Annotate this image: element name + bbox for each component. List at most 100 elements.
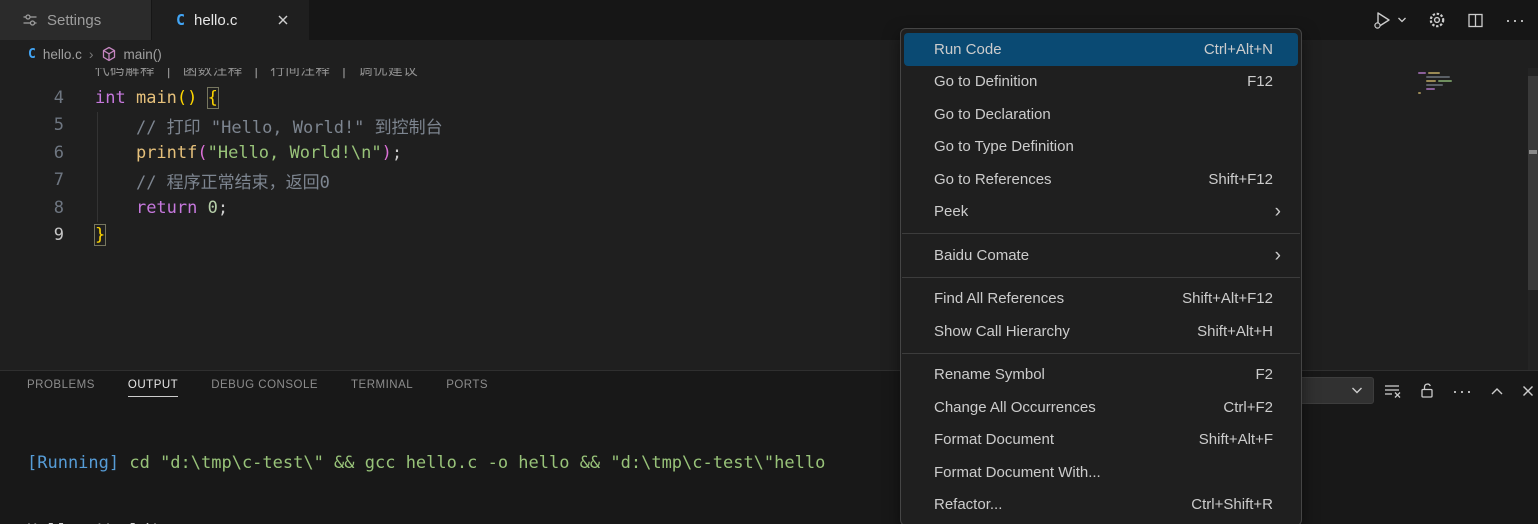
tab-label: Settings (47, 12, 101, 29)
panel-tabs: PROBLEMS OUTPUT DEBUG CONSOLE TERMINAL P… (27, 379, 488, 397)
menu-item-run-code[interactable]: Run Code Ctrl+Alt+N (904, 33, 1298, 66)
more-actions-icon[interactable]: ··· (1505, 11, 1526, 29)
code-token (95, 143, 136, 163)
menu-item-go-to-definition[interactable]: Go to Definition F12 (901, 66, 1301, 99)
unlock-icon[interactable] (1419, 382, 1435, 399)
code-token: ) (382, 143, 392, 163)
submenu-arrow-icon: › (1275, 202, 1281, 221)
code-token (95, 198, 136, 218)
editor-actions: ··· (1372, 0, 1526, 40)
code-token (95, 173, 136, 193)
editor-tab-bar: Settings C hello.c (0, 0, 1538, 40)
menu-item-format-document-with[interactable]: Format Document With... (901, 456, 1301, 489)
close-tab-icon[interactable] (276, 13, 290, 27)
scrollbar-slider[interactable] (1528, 76, 1538, 290)
code-token: return (136, 198, 197, 218)
code-token: int (95, 88, 126, 108)
menu-item-peek[interactable]: Peek › (901, 196, 1301, 229)
panel-tab-problems[interactable]: PROBLEMS (27, 379, 95, 397)
code-token (197, 198, 207, 218)
panel-tab-debug-console[interactable]: DEBUG CONSOLE (211, 379, 318, 397)
menu-item-go-to-type-definition[interactable]: Go to Type Definition (901, 131, 1301, 164)
menu-item-refactor[interactable]: Refactor... Ctrl+Shift+R (901, 489, 1301, 522)
menu-item-baidu-comate[interactable]: Baidu Comate › (901, 239, 1301, 272)
code-token (197, 88, 207, 108)
code-token: ( (197, 143, 207, 163)
line-number: 6 (0, 143, 64, 163)
submenu-arrow-icon: › (1275, 246, 1281, 265)
panel-controls: ··· (1384, 377, 1535, 404)
output-line: Hello, World! (27, 517, 825, 524)
code-token: // 打印 "Hello, World!" 到控制台 (136, 118, 443, 138)
chevron-right-icon: › (89, 46, 94, 62)
settings-gear-icon[interactable] (1428, 11, 1446, 29)
code-token: 0 (208, 198, 218, 218)
code-editor[interactable]: 代码解释 | 函数注释 | 行间注释 | 调优建议 4 int main() {… (0, 68, 1538, 370)
editor-scrollbar[interactable] (1528, 68, 1538, 370)
menu-separator (902, 353, 1300, 354)
panel-tab-output[interactable]: OUTPUT (128, 379, 178, 397)
menu-item-format-document[interactable]: Format Document Shift+Alt+F (901, 424, 1301, 457)
bottom-panel: PROBLEMS OUTPUT DEBUG CONSOLE TERMINAL P… (0, 370, 1538, 524)
code-line[interactable]: 8 return 0; (0, 194, 1538, 222)
code-token: cd "d:\tmp\c-test\" && gcc hello.c -o he… (129, 453, 825, 473)
tab-label: hello.c (194, 12, 237, 29)
split-editor-icon[interactable] (1467, 12, 1484, 29)
menu-item-rename-symbol[interactable]: Rename Symbol F2 (901, 359, 1301, 392)
menu-item-show-call-hierarchy[interactable]: Show Call Hierarchy Shift+Alt+H (901, 315, 1301, 348)
panel-tab-ports[interactable]: PORTS (446, 379, 488, 397)
code-line[interactable]: 5 // 打印 "Hello, World!" 到控制台 (0, 112, 1538, 140)
line-number-active: 9 (0, 225, 64, 245)
overview-ruler-mark (1529, 150, 1537, 154)
menu-item-go-to-references[interactable]: Go to References Shift+F12 (901, 163, 1301, 196)
code-line[interactable]: 7 // 程序正常结束，返回0 (0, 167, 1538, 195)
output-line: [Running] cd "d:\tmp\c-test\" && gcc hel… (27, 449, 825, 477)
code-token: printf (136, 143, 197, 163)
line-number: 7 (0, 170, 64, 190)
close-panel-icon[interactable] (1521, 384, 1535, 398)
maximize-panel-icon[interactable] (1490, 386, 1504, 396)
c-file-icon: C (28, 47, 36, 62)
code-token: { (208, 88, 218, 108)
clear-output-icon[interactable] (1384, 383, 1402, 399)
line-number: 4 (0, 88, 64, 108)
c-file-icon: C (176, 11, 185, 29)
menu-item-go-to-declaration[interactable]: Go to Declaration (901, 98, 1301, 131)
code-token: } (95, 225, 105, 245)
menu-separator (902, 277, 1300, 278)
chevron-down-icon (1351, 386, 1363, 395)
code-token: [Running] (27, 453, 129, 473)
editor-context-menu: Run Code Ctrl+Alt+N Go to Definition F12… (900, 28, 1302, 524)
code-line[interactable]: 6 printf("Hello, World!\n"); (0, 139, 1538, 167)
tab-hello-c[interactable]: C hello.c (152, 0, 310, 40)
breadcrumb-symbol[interactable]: main() (124, 47, 162, 62)
tab-settings[interactable]: Settings (0, 0, 152, 40)
minimap[interactable] (1418, 68, 1476, 96)
output-console[interactable]: [Running] cd "d:\tmp\c-test\" && gcc hel… (27, 409, 825, 524)
menu-separator (902, 233, 1300, 234)
code-token: ; (392, 143, 402, 163)
symbol-cube-icon (101, 46, 117, 62)
vscode-window: Settings C hello.c (0, 0, 1538, 524)
line-number: 8 (0, 198, 64, 218)
menu-item-find-all-references[interactable]: Find All References Shift+Alt+F12 (901, 283, 1301, 316)
code-line[interactable]: 4 int main() { (0, 84, 1538, 112)
code-token (126, 88, 136, 108)
breadcrumb: C hello.c › main() (0, 40, 1538, 68)
panel-tab-terminal[interactable]: TERMINAL (351, 379, 413, 397)
code-token (95, 118, 136, 138)
code-lines: 4 int main() { 5 // 打印 "Hello, World!" 到… (0, 84, 1538, 249)
code-token: main (136, 88, 177, 108)
codelens-actions[interactable]: 代码解释 | 函数注释 | 行间注释 | 调优建议 (95, 68, 418, 80)
breadcrumb-file[interactable]: hello.c (43, 47, 82, 62)
code-token: "Hello, World!\n" (208, 143, 382, 163)
line-number: 5 (0, 115, 64, 135)
menu-item-change-all-occurrences[interactable]: Change All Occurrences Ctrl+F2 (901, 391, 1301, 424)
code-line[interactable]: 9 } (0, 222, 1538, 250)
tune-icon (22, 12, 38, 28)
more-actions-icon[interactable]: ··· (1452, 382, 1473, 400)
code-token: () (177, 88, 197, 108)
chevron-down-icon (1397, 16, 1407, 24)
run-code-button[interactable] (1372, 10, 1407, 30)
code-token: ; (218, 198, 228, 218)
